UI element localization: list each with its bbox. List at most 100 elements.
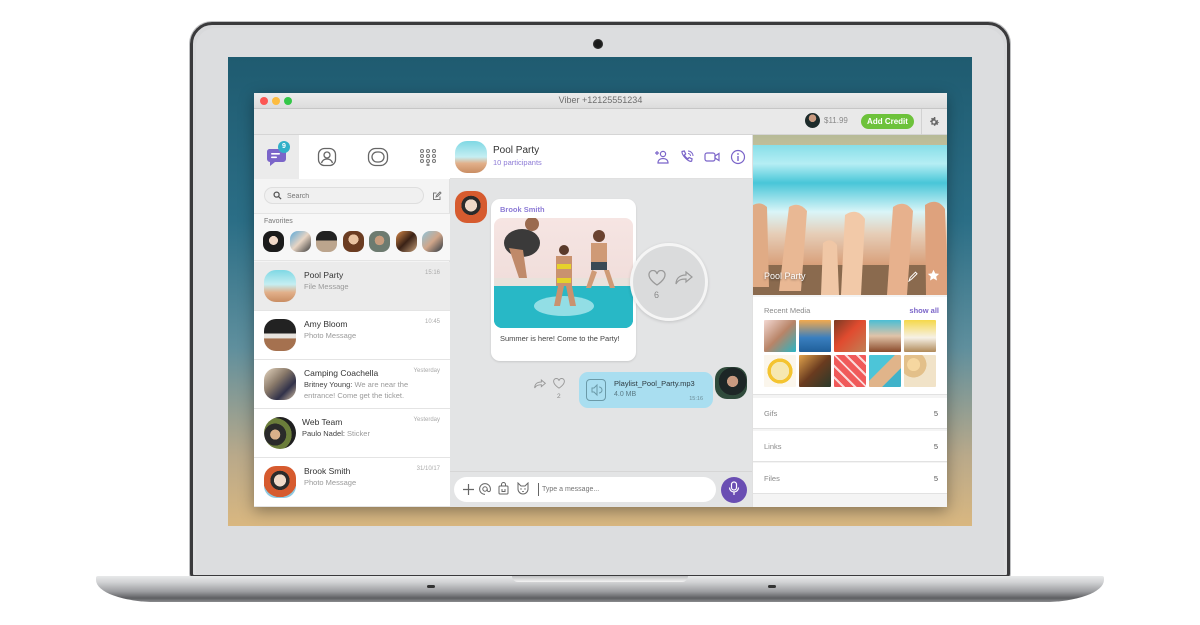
like-count: 2 [557,393,561,400]
sender-avatar[interactable] [455,191,487,223]
media-thumbnail[interactable] [799,355,831,387]
phone-icon[interactable] [679,149,695,165]
tab-chats[interactable]: 9 [254,135,299,179]
chat-avatar [264,368,296,400]
chat-avatar [264,466,296,498]
chat-preview: Paulo Nadel: Sticker [302,429,427,440]
tab-contacts[interactable] [304,135,349,179]
chat-list-item[interactable]: Camping Coachella Britney Young: We are … [254,360,450,409]
group-avatar[interactable] [455,141,487,173]
audio-file-icon [586,379,606,401]
chat-avatar [264,417,296,449]
conversation-header: Pool Party 10 participants [450,135,752,179]
forward-icon[interactable] [675,271,693,285]
gifs-row[interactable]: Gifs 5 [753,398,947,429]
laptop-foot [768,585,776,588]
row-count: 5 [933,474,938,483]
viber-window: Viber +12125551234 $11.99 Add Credit 9 S… [254,93,947,507]
participants-count[interactable]: 10 participants [493,158,542,167]
favorite-contact-avatar[interactable] [342,231,364,252]
chat-name: Amy Bloom [304,319,348,329]
heart-icon[interactable] [553,378,565,389]
sticker-cat-icon[interactable] [516,482,530,495]
unread-badge: 9 [278,141,290,153]
links-row[interactable]: Links 5 [753,431,947,462]
shopping-bag-icon[interactable] [498,482,509,495]
heart-icon[interactable] [648,270,666,286]
group-cover-photo[interactable]: Pool Party [753,135,947,295]
row-label: Gifs [764,409,778,418]
voice-message-button[interactable] [721,477,747,503]
message-time: 15:16 [689,396,703,402]
row-count: 5 [933,409,938,418]
chat-name: Pool Party [304,270,344,280]
favorite-contact-avatar[interactable] [289,231,311,252]
message-input[interactable] [538,483,708,496]
chat-preview-text: Photo Message [304,478,357,487]
chat-time: Yesterday [413,417,440,423]
video-icon[interactable] [704,149,720,165]
favorites-label: Favorites [264,218,293,225]
laptop-notch [512,576,688,582]
favorite-contact-avatar[interactable] [422,231,443,252]
message-caption: Summer is here! Come to the Party! [500,334,620,343]
toolbar-divider [921,109,922,135]
favorite-contact-avatar[interactable] [316,231,337,252]
message-photo[interactable] [494,218,633,328]
media-thumbnail[interactable] [799,320,831,352]
add-participant-icon[interactable] [653,149,669,165]
chat-time: 31/10/17 [416,466,440,472]
favorite-contact-avatar[interactable] [395,231,417,252]
credit-balance: $11.99 [824,116,848,125]
plus-icon[interactable] [463,484,474,495]
show-all-link[interactable]: show all [909,306,939,315]
media-thumbnail[interactable] [869,355,901,387]
media-thumbnail[interactable] [764,320,796,352]
media-thumbnail[interactable] [869,320,901,352]
media-thumbnail[interactable] [834,320,866,352]
chat-list-item[interactable]: Pool Party File Message 15:16 [254,262,450,311]
file-message-bubble[interactable]: Playlist_Pool_Party.mp3 4.0 MB 15:16 [579,372,713,408]
edit-pencil-icon[interactable] [908,271,918,282]
files-row[interactable]: Files 5 [753,463,947,494]
media-thumbnail[interactable] [904,320,936,352]
gear-icon[interactable] [928,115,941,128]
reaction-overlay: 6 [630,243,708,321]
new-chat-icon[interactable] [432,191,442,201]
message-sender: Brook Smith [500,205,545,214]
media-thumbnail[interactable] [904,355,936,387]
add-credit-button[interactable]: Add Credit [861,114,914,129]
row-count: 5 [933,442,938,451]
row-label: Files [764,474,780,483]
search-input[interactable] [287,190,417,202]
chat-sender: Paulo Nadel: [302,429,345,438]
forward-icon[interactable] [534,379,546,389]
search-box[interactable] [264,187,424,204]
chat-list-item[interactable]: Web Team Paulo Nadel: Sticker Yesterday [254,409,450,458]
favorite-contact-avatar[interactable] [263,231,284,252]
photo-message-bubble[interactable]: Brook Smith Summer is here! Come to the … [491,199,636,361]
conversation-pane: Pool Party 10 participants Brook Smith S… [450,135,752,507]
media-thumbnail[interactable] [834,355,866,387]
favorite-contact-avatar[interactable] [369,231,390,252]
chat-time: 10:45 [424,319,440,325]
public-chat-icon [367,147,388,167]
tab-more[interactable] [405,135,450,179]
favorites-row [263,231,443,252]
chat-list-item[interactable]: Amy Bloom Photo Message 10:45 [254,311,450,360]
media-thumbnail[interactable] [764,355,796,387]
chat-list-item[interactable]: Brook Smith Photo Message 31/10/17 [254,458,450,507]
message-composer [450,471,752,507]
window-title: Viber +12125551234 [558,95,643,105]
file-name: Playlist_Pool_Party.mp3 [614,379,695,388]
conversation-title[interactable]: Pool Party [493,145,539,156]
info-icon[interactable] [730,149,746,165]
chat-preview-text: Sticker [347,429,370,438]
at-icon[interactable] [479,483,491,495]
star-icon[interactable] [927,269,940,282]
chats-sidebar: 9 Favorites [254,135,450,507]
chat-preview: Photo Message [304,478,429,489]
chat-time: 15:16 [424,270,440,276]
tab-public-accounts[interactable] [355,135,400,179]
profile-avatar[interactable] [805,113,820,128]
